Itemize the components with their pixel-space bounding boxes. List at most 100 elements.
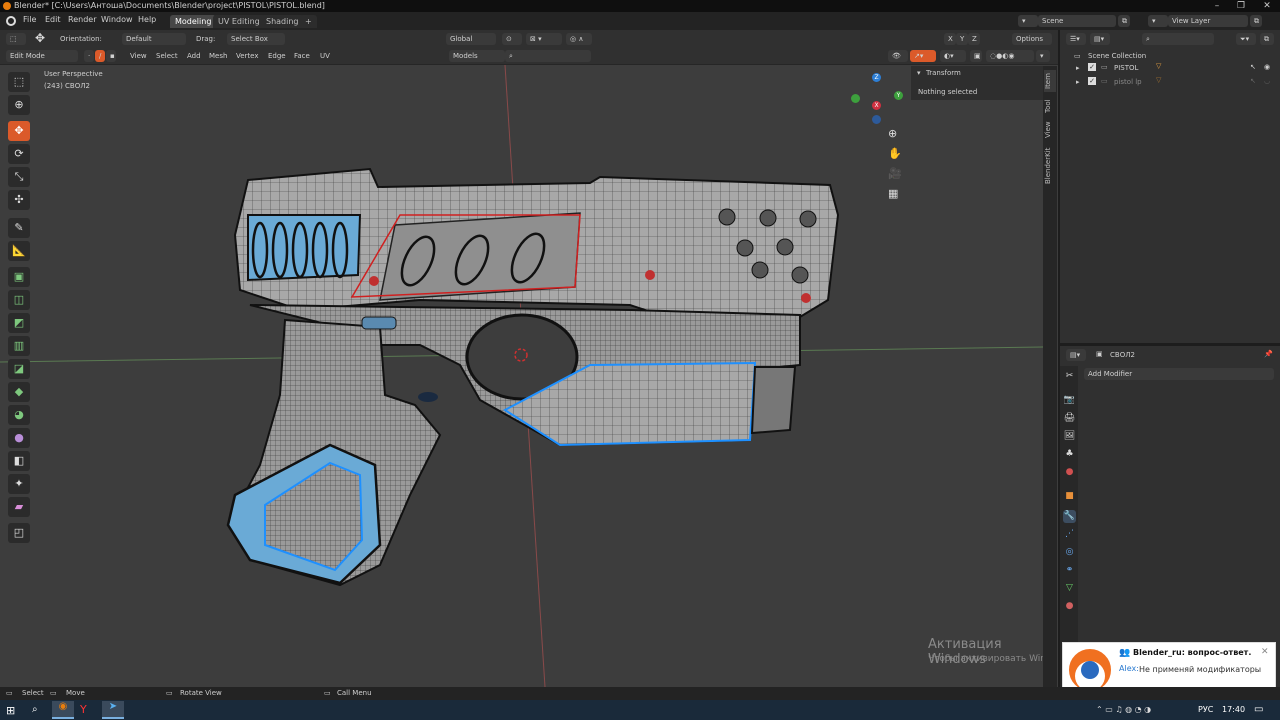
blender-menu-icon[interactable] [6,16,16,26]
minimize-button[interactable]: – [1204,0,1230,12]
yandex-browser-icon[interactable]: Y [80,703,87,716]
filter-icon[interactable]: ⏷▾ [1236,33,1256,45]
object-tab-icon[interactable]: ■ [1063,490,1076,503]
orientation-dropdown[interactable]: Default [122,33,186,45]
new-collection-icon[interactable]: ⧉ [1260,33,1274,45]
xray-toggle-icon[interactable]: ▣ [970,50,982,62]
world-tab-icon[interactable]: ● [1063,466,1076,479]
pivot-point-icon[interactable]: ⊙ [502,33,522,45]
checkbox-icon[interactable]: ✓ [1088,63,1096,71]
tab-shading[interactable]: Shading [261,15,304,28]
scene-tab-icon[interactable]: ♣ [1063,448,1076,461]
cursor-tool-icon[interactable]: ⊕ [8,95,30,115]
blender-taskbar-icon[interactable]: ◉ [52,701,74,719]
add-workspace-button[interactable]: + [300,15,317,28]
menu-help[interactable]: Help [138,15,156,24]
new-scene-icon[interactable]: ⧉ [1118,15,1130,27]
knife-tool-icon[interactable]: ◪ [8,359,30,379]
select-box-tool-icon[interactable]: ⬚ [8,72,30,92]
render-tab-icon[interactable]: 📷 [1063,394,1076,407]
shear-tool-icon[interactable]: ▰ [8,497,30,517]
outliner-row-pistol-lp[interactable]: ▸ ✓ ▭ pistol lp ▽ ↖ ◡ [1060,76,1280,88]
expand-icon[interactable]: ▸ [1076,64,1080,72]
face-select-icon[interactable]: ▪ [106,50,116,62]
close-button[interactable]: ✕ [1254,0,1280,12]
scene-collection-label[interactable]: Scene Collection [1088,52,1146,60]
viewport-search-input[interactable]: ⌕ [505,50,591,62]
clock-time[interactable]: 17:40 [1222,705,1245,714]
tool-tab-icon[interactable]: ✂ [1063,370,1076,383]
menu-edge[interactable]: Edge [268,52,286,60]
particles-tab-icon[interactable]: ⋰ [1063,528,1076,541]
mirror-axis-x[interactable]: X [944,33,956,45]
overlay-toggle-icon[interactable]: ◐▾ [940,50,966,62]
transform-tool-icon[interactable]: ✣ [8,190,30,210]
editor-type-icon[interactable]: ⬚ [6,33,26,45]
menu-add[interactable]: Add [187,52,201,60]
menu-edit[interactable]: Edit [45,15,61,24]
menu-file[interactable]: File [23,15,36,24]
outliner-item-pistol[interactable]: PISTOL [1114,64,1138,72]
move-tool-button[interactable]: ✥ [8,121,30,141]
3d-viewport[interactable]: User Perspective (243) СВОЛ2 ⬚ ⊕ ✥ ⟳ ⤡ ✣… [0,65,1058,687]
shrink-fatten-tool-icon[interactable]: ✦ [8,474,30,494]
transform-header[interactable]: Transform [926,69,961,77]
windows-start-icon[interactable]: ⊞ [6,704,15,717]
keyboard-language[interactable]: РУС [1198,705,1213,714]
navigation-gizmo[interactable]: Z Y X [850,71,910,131]
options-dropdown[interactable]: Options [1012,33,1052,45]
visibility-icon[interactable]: 👁 [888,50,908,62]
outliner-search-input[interactable]: ⌕ [1142,33,1214,45]
menu-render[interactable]: Render [68,15,96,24]
smooth-tool-icon[interactable]: ● [8,428,30,448]
select-arrow-icon[interactable]: ↖ [1250,77,1256,85]
inset-tool-icon[interactable]: ◫ [8,290,30,310]
edge-slide-tool-icon[interactable]: ◧ [8,451,30,471]
menu-view[interactable]: View [130,52,147,60]
notification-center-icon[interactable]: ▭ [1254,704,1263,715]
telegram-icon[interactable]: ➤ [102,701,124,719]
constraints-tab-icon[interactable]: ⚭ [1063,564,1076,577]
loop-cut-tool-icon[interactable]: ▥ [8,336,30,356]
mode-dropdown[interactable]: Edit Mode [6,50,78,62]
tab-modeling[interactable]: Modeling [170,15,217,28]
tab-uv-editing[interactable]: UV Editing [213,15,265,28]
collection-dropdown[interactable]: Models [449,50,505,62]
zoom-icon[interactable]: ⊕ [888,127,897,140]
tab-blenderkit[interactable]: BlenderKit [1044,146,1056,186]
gizmo-toggle-icon[interactable]: ↗▾ [910,50,936,62]
menu-face[interactable]: Face [294,52,310,60]
menu-vertex[interactable]: Vertex [236,52,259,60]
view-layer-field[interactable]: View Layer [1168,15,1248,27]
shading-mode-icons[interactable]: ◌●◐◉ [986,50,1034,62]
mirror-axis-z[interactable]: Z [968,33,980,45]
view-layer-tab-icon[interactable]: 🖼 [1063,430,1076,443]
vertex-select-icon[interactable]: · [84,50,94,62]
expand-icon[interactable]: ▸ [1076,78,1080,86]
transform-collapse-icon[interactable]: ▾ [917,69,921,77]
checkbox-icon[interactable]: ✓ [1088,77,1096,85]
scale-tool-icon[interactable]: ⤡ [8,167,30,187]
tab-tool[interactable]: Tool [1044,96,1056,116]
select-arrow-icon[interactable]: ↖ [1250,63,1256,71]
camera-icon[interactable]: 🎥 [888,167,902,180]
menu-select[interactable]: Select [156,52,178,60]
menu-window[interactable]: Window [101,15,133,24]
bevel-tool-icon[interactable]: ◩ [8,313,30,333]
outliner-item-pistol-lp[interactable]: pistol lp [1114,78,1142,86]
pan-hand-icon[interactable]: ✋ [888,147,902,160]
measure-tool-icon[interactable]: 📐 [8,241,30,261]
outliner-editor-icon[interactable]: ☰▾ [1066,33,1086,45]
extrude-tool-icon[interactable]: ▣ [8,267,30,287]
outliner-row-pistol[interactable]: ▸ ✓ ▭ PISTOL ▽ ↖ ◉ [1060,62,1280,74]
shading-options-icon[interactable]: ▾ [1036,50,1050,62]
notification-close-icon[interactable]: ✕ [1261,647,1269,657]
poly-build-tool-icon[interactable]: ◆ [8,382,30,402]
transform-orientation-dropdown[interactable]: Global [446,33,496,45]
menu-uv[interactable]: UV [320,52,330,60]
search-icon[interactable]: ⌕ [32,704,38,715]
eye-icon[interactable]: ◉ [1264,63,1270,71]
add-modifier-dropdown[interactable]: Add Modifier [1084,368,1274,380]
rotate-tool-icon[interactable]: ⟳ [8,144,30,164]
rip-region-tool-icon[interactable]: ◰ [8,523,30,543]
